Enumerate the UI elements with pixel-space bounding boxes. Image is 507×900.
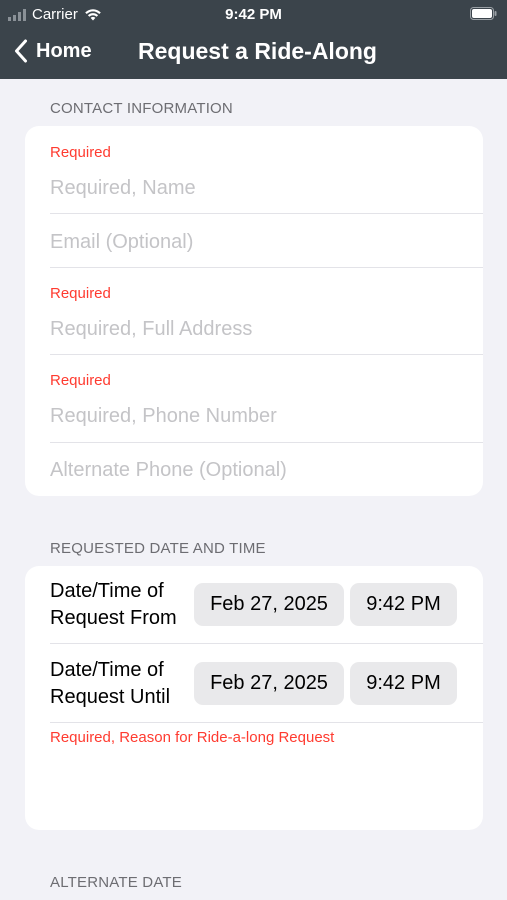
reason-required-label: Required, Reason for Ride-a-long Request bbox=[50, 729, 335, 746]
reason-textarea[interactable] bbox=[50, 752, 463, 824]
from-time-picker[interactable]: 9:42 PM bbox=[350, 583, 457, 626]
requested-section-header: REQUESTED DATE AND TIME bbox=[50, 540, 266, 557]
phone-required-label: Required bbox=[50, 372, 111, 389]
from-label-line2: Request From bbox=[50, 607, 177, 629]
contact-section-header: CONTACT INFORMATION bbox=[50, 100, 233, 117]
back-button-label: Home bbox=[36, 39, 92, 62]
page-title: Request a Ride-Along bbox=[138, 38, 377, 64]
until-label: Date/Time of Request Until bbox=[50, 657, 170, 711]
email-field[interactable] bbox=[50, 230, 463, 254]
navigation-bar: Home Request a Ride-Along bbox=[0, 28, 507, 79]
phone-field[interactable] bbox=[50, 404, 463, 428]
alternate-section-header: ALTERNATE DATE bbox=[50, 874, 182, 891]
until-label-line2: Request Until bbox=[50, 686, 171, 708]
until-time-picker[interactable]: 9:42 PM bbox=[350, 662, 457, 705]
status-time: 9:42 PM bbox=[225, 6, 282, 23]
address-field[interactable] bbox=[50, 317, 463, 341]
battery-icon bbox=[470, 7, 497, 20]
from-date-picker[interactable]: Feb 27, 2025 bbox=[194, 583, 344, 626]
back-button[interactable]: Home bbox=[14, 39, 92, 63]
name-required-label: Required bbox=[50, 144, 111, 161]
address-required-label: Required bbox=[50, 285, 111, 302]
divider bbox=[50, 213, 483, 214]
divider bbox=[50, 643, 483, 644]
from-label-line1: Date/Time of bbox=[50, 580, 164, 602]
name-field[interactable] bbox=[50, 176, 463, 200]
divider bbox=[50, 354, 483, 355]
divider bbox=[50, 267, 483, 268]
until-date-picker[interactable]: Feb 27, 2025 bbox=[194, 662, 344, 705]
chevron-left-icon bbox=[15, 39, 27, 63]
requested-card: Date/Time of Request From Feb 27, 2025 9… bbox=[25, 566, 483, 830]
divider bbox=[50, 442, 483, 443]
alternate-phone-field[interactable] bbox=[50, 458, 463, 482]
status-bar: Carrier 9:42 PM bbox=[0, 0, 507, 28]
until-label-line1: Date/Time of bbox=[50, 659, 164, 681]
contact-card: Required Required Required bbox=[25, 126, 483, 496]
divider bbox=[50, 722, 483, 723]
from-label: Date/Time of Request From bbox=[50, 578, 177, 632]
